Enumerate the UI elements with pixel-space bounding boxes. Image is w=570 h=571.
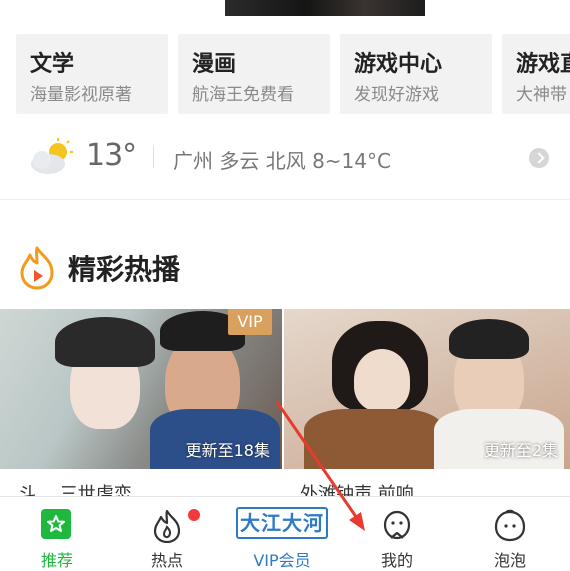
card-subtitle: 海量影视原著 <box>30 85 132 105</box>
card-title: 漫画 <box>192 52 237 77</box>
banner-strip <box>225 0 425 16</box>
hair-left <box>55 317 155 367</box>
card-comics[interactable]: 漫画 航海王免费看 <box>178 34 330 114</box>
card-subtitle: 航海王免费看 <box>192 85 294 105</box>
tab-hot[interactable]: 热点 <box>110 497 224 571</box>
top-banner-image[interactable] <box>0 0 570 16</box>
weather-divider <box>153 146 154 168</box>
hair-right <box>449 319 529 359</box>
section-header: 精彩热播 <box>0 242 570 292</box>
video-thumbnail[interactable]: 更新至2集 <box>284 309 570 469</box>
weather-detail: 广州 多云 北风 8~14°C <box>173 149 391 173</box>
weather-row[interactable]: 13° 广州 多云 北风 8~14°C <box>0 134 570 182</box>
bubble-face-icon <box>494 509 526 542</box>
card-game-live[interactable]: 游戏直 大神带 <box>502 34 570 114</box>
flame-icon <box>153 509 181 543</box>
fire-play-icon <box>20 246 54 290</box>
card-subtitle: 大神带 <box>516 85 567 105</box>
vip-badge: VIP <box>228 309 272 335</box>
tab-bubble[interactable]: 泡泡 <box>453 497 567 571</box>
star-home-icon <box>41 509 71 539</box>
tab-recommend[interactable]: 推荐 <box>0 497 114 571</box>
card-title: 游戏中心 <box>354 52 443 77</box>
tab-label: VIP会员 <box>253 551 311 570</box>
section-divider <box>0 199 570 200</box>
card-game-center[interactable]: 游戏中心 发现好游戏 <box>340 34 492 114</box>
category-cards: 文学 海量影视原著 漫画 航海王免费看 游戏中心 发现好游戏 游戏直 大神带 <box>16 34 570 114</box>
penguin-profile-icon <box>383 510 411 540</box>
chevron-right-icon[interactable] <box>529 148 549 168</box>
card-literature[interactable]: 文学 海量影视原著 <box>16 34 168 114</box>
card-title: 游戏直 <box>516 52 570 77</box>
tab-label: 泡泡 <box>493 551 526 570</box>
app-screen: 文学 海量影视原著 漫画 航海王免费看 游戏中心 发现好游戏 游戏直 大神带 1… <box>0 0 570 571</box>
video-thumbnail[interactable]: VIP 更新至18集 <box>0 309 282 469</box>
notification-dot <box>188 509 200 521</box>
card-title: 文学 <box>30 52 75 77</box>
temperature: 13° <box>86 138 137 173</box>
section-title: 精彩热播 <box>68 253 181 286</box>
face <box>354 349 410 411</box>
bottom-tab-bar: 推荐 热点 大江大河 VIP会员 我的 泡泡 <box>0 496 570 571</box>
episode-update: 更新至18集 <box>185 441 270 460</box>
tab-label: 热点 <box>150 551 183 570</box>
card-subtitle: 发现好游戏 <box>354 85 439 105</box>
tab-label: 推荐 <box>40 551 73 570</box>
costume-left <box>304 409 444 469</box>
vip-logo: 大江大河 <box>236 507 328 539</box>
cloudy-sun-icon <box>31 138 73 174</box>
tab-label: 我的 <box>380 551 413 570</box>
episode-update: 更新至2集 <box>483 441 558 460</box>
tab-mine[interactable]: 我的 <box>340 497 454 571</box>
